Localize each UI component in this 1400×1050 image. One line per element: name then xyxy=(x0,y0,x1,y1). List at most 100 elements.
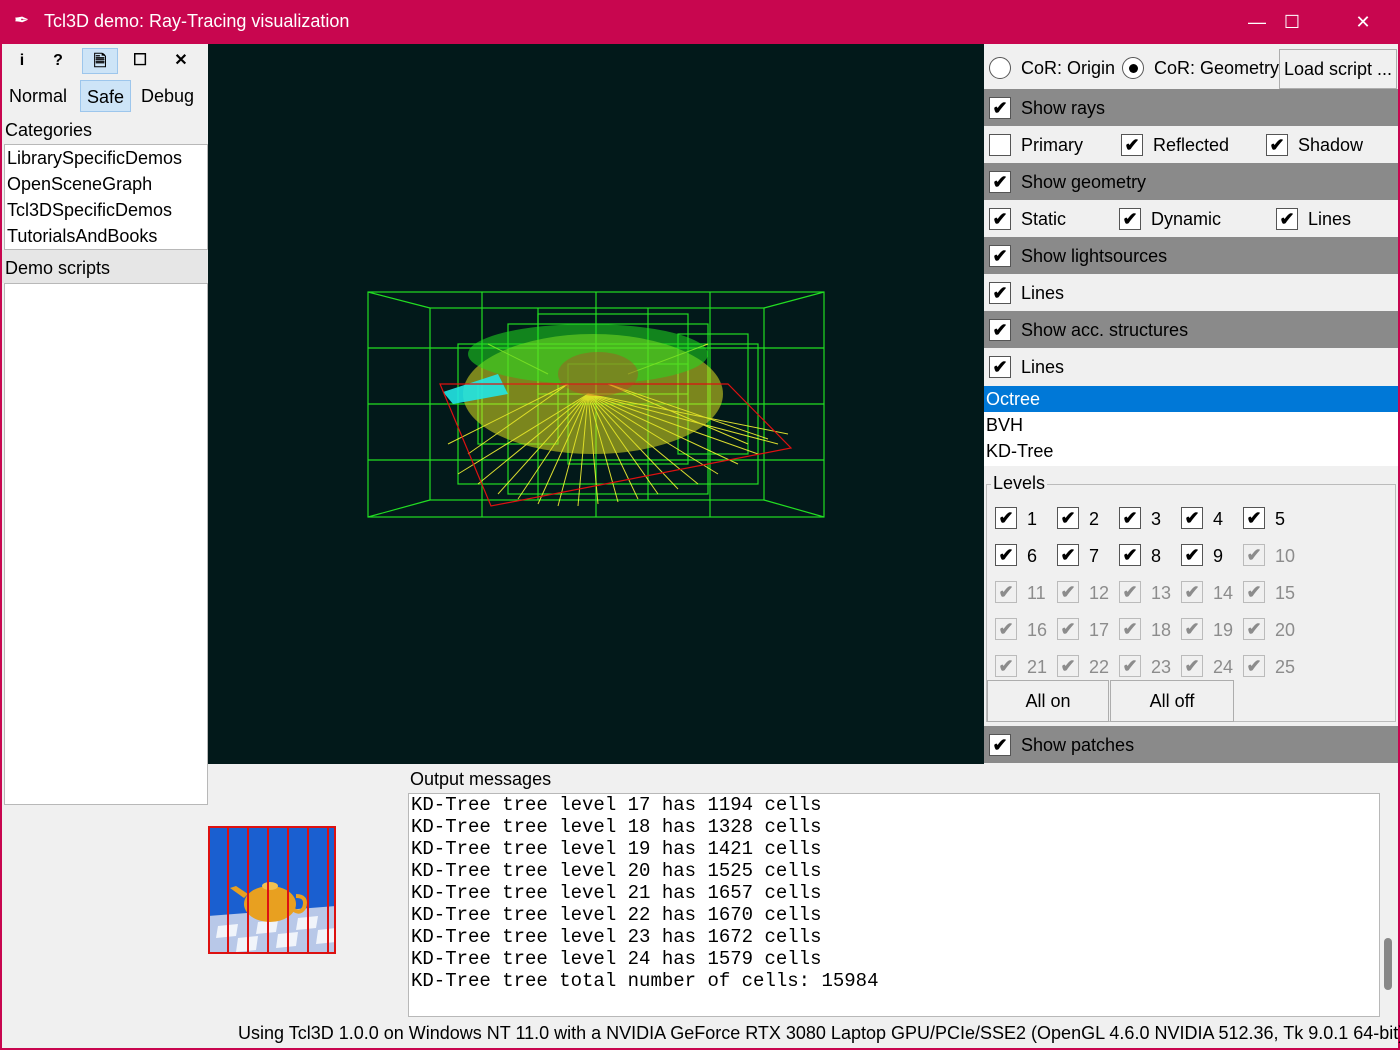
load-script-button[interactable]: Load script ... xyxy=(1279,49,1397,89)
level-checkbox: ✔ xyxy=(1119,581,1141,603)
cor-origin-label[interactable]: CoR: Origin xyxy=(1021,58,1115,79)
output-line: KD-Tree tree level 17 has 1194 cells xyxy=(411,794,822,816)
radio-selected-dot xyxy=(1129,64,1138,73)
level-checkbox: ✔ xyxy=(1057,618,1079,640)
level-checkbox[interactable]: ✔ xyxy=(995,544,1017,566)
categories-label: Categories xyxy=(5,120,93,140)
level-label[interactable]: 4 xyxy=(1213,509,1223,530)
show-acc-label[interactable]: Show acc. structures xyxy=(1021,320,1188,341)
show-lightsources-checkbox[interactable]: ✔ xyxy=(989,245,1011,267)
output-line: KD-Tree tree level 21 has 1657 cells xyxy=(411,882,822,904)
maximize-view-button[interactable]: ☐ xyxy=(122,48,158,74)
maximize-button[interactable]: ☐ xyxy=(1257,0,1327,44)
category-item[interactable]: LibrarySpecificDemos xyxy=(5,145,207,171)
title-bar: ✒ Tcl3D demo: Ray-Tracing visualization … xyxy=(0,0,1400,44)
cor-row: CoR: Origin CoR: Geometry Load script ..… xyxy=(984,49,1398,89)
level-checkbox[interactable]: ✔ xyxy=(1057,507,1079,529)
mode-normal[interactable]: Normal xyxy=(3,80,73,112)
level-checkbox[interactable]: ✔ xyxy=(995,507,1017,529)
category-item[interactable]: Tcl3DSpecificDemos xyxy=(5,197,207,223)
category-item[interactable]: OpenSceneGraph xyxy=(5,171,207,197)
cor-geometry-label[interactable]: CoR: Geometry xyxy=(1154,58,1279,79)
demo-scripts-label: Demo scripts xyxy=(5,258,111,278)
level-checkbox: ✔ xyxy=(1243,655,1265,677)
teapot-thumbnail-image xyxy=(208,826,336,954)
raytracing-viewport[interactable] xyxy=(208,44,984,764)
show-acc-checkbox[interactable]: ✔ xyxy=(989,319,1011,341)
geometry-lines-checkbox[interactable]: ✔ xyxy=(1276,208,1298,230)
dynamic-checkbox[interactable]: ✔ xyxy=(1119,208,1141,230)
rays-options-row: Primary ✔ Reflected ✔ Shadow xyxy=(984,126,1398,163)
cor-geometry-radio[interactable] xyxy=(1122,57,1144,79)
show-rays-checkbox[interactable]: ✔ xyxy=(989,97,1011,119)
level-label[interactable]: 6 xyxy=(1027,546,1037,567)
acc-item-bvh[interactable]: BVH xyxy=(984,412,1398,438)
level-label[interactable]: 3 xyxy=(1151,509,1161,530)
level-label: 20 xyxy=(1275,620,1296,640)
level-label: 15 xyxy=(1275,583,1296,603)
show-lightsources-label[interactable]: Show lightsources xyxy=(1021,246,1167,267)
demo-scripts-list[interactable] xyxy=(4,283,208,805)
acc-item-octree[interactable]: Octree xyxy=(984,386,1398,412)
acc-structure-list[interactable]: Octree BVH KD-Tree xyxy=(984,386,1398,466)
level-checkbox[interactable]: ✔ xyxy=(1119,507,1141,529)
show-patches-checkbox[interactable]: ✔ xyxy=(989,734,1011,756)
script-icon[interactable]: 🗎 xyxy=(82,48,118,74)
geometry-lines-label[interactable]: Lines xyxy=(1308,209,1351,230)
show-geometry-label[interactable]: Show geometry xyxy=(1021,172,1146,193)
level-label[interactable]: 7 xyxy=(1089,546,1099,567)
level-label: 10 xyxy=(1275,546,1296,566)
acc-item-kdtree[interactable]: KD-Tree xyxy=(984,438,1398,464)
info-button[interactable]: i xyxy=(4,48,40,74)
level-label[interactable]: 9 xyxy=(1213,546,1223,567)
close-demo-button[interactable]: ✕ xyxy=(163,48,199,74)
output-messages-text[interactable]: KD-Tree tree level 17 has 1194 cells KD-… xyxy=(408,793,1380,1017)
level-checkbox: ✔ xyxy=(1243,544,1265,566)
reflected-label[interactable]: Reflected xyxy=(1153,135,1229,156)
shadow-checkbox[interactable]: ✔ xyxy=(1266,134,1288,156)
mode-debug[interactable]: Debug xyxy=(135,80,200,112)
lightsources-lines-label[interactable]: Lines xyxy=(1021,283,1064,304)
output-messages-label: Output messages xyxy=(410,769,552,789)
status-bar: Using Tcl3D 1.0.0 on Windows NT 11.0 wit… xyxy=(238,1023,1400,1043)
level-label: 16 xyxy=(1027,620,1048,640)
level-checkbox[interactable]: ✔ xyxy=(1119,544,1141,566)
all-on-button[interactable]: All on xyxy=(987,680,1109,722)
reflected-checkbox[interactable]: ✔ xyxy=(1121,134,1143,156)
all-off-button[interactable]: All off xyxy=(1110,680,1234,722)
level-checkbox[interactable]: ✔ xyxy=(1057,544,1079,566)
output-scrollbar[interactable] xyxy=(1380,793,1396,1017)
shadow-label[interactable]: Shadow xyxy=(1298,135,1363,156)
level-label[interactable]: 1 xyxy=(1027,509,1037,530)
acc-lines-checkbox[interactable]: ✔ xyxy=(989,356,1011,378)
scrollbar-thumb[interactable] xyxy=(1384,938,1392,990)
show-rays-row: ✔ Show rays xyxy=(984,89,1398,126)
level-label[interactable]: 8 xyxy=(1151,546,1161,567)
categories-list[interactable]: LibrarySpecificDemos OpenSceneGraph Tcl3… xyxy=(4,144,208,250)
level-label[interactable]: 2 xyxy=(1089,509,1099,530)
level-checkbox[interactable]: ✔ xyxy=(1243,507,1265,529)
level-label[interactable]: 5 xyxy=(1275,509,1285,530)
level-label: 11 xyxy=(1027,583,1046,603)
level-label: 19 xyxy=(1213,620,1234,640)
lightsources-lines-checkbox[interactable]: ✔ xyxy=(989,282,1011,304)
close-window-button[interactable]: ✕ xyxy=(1328,0,1398,44)
static-checkbox[interactable]: ✔ xyxy=(989,208,1011,230)
primary-checkbox[interactable] xyxy=(989,134,1011,156)
cor-origin-radio[interactable] xyxy=(989,57,1011,79)
acc-lines-label[interactable]: Lines xyxy=(1021,357,1064,378)
output-line: KD-Tree tree level 20 has 1525 cells xyxy=(411,860,822,882)
level-checkbox[interactable]: ✔ xyxy=(1181,507,1203,529)
show-rays-label[interactable]: Show rays xyxy=(1021,98,1105,119)
dynamic-label[interactable]: Dynamic xyxy=(1151,209,1221,230)
level-checkbox[interactable]: ✔ xyxy=(1181,544,1203,566)
static-label[interactable]: Static xyxy=(1021,209,1066,230)
show-patches-label[interactable]: Show patches xyxy=(1021,735,1134,756)
help-button[interactable]: ? xyxy=(40,48,76,74)
category-item[interactable]: TutorialsAndBooks xyxy=(5,223,207,249)
level-checkbox: ✔ xyxy=(1243,581,1265,603)
primary-label[interactable]: Primary xyxy=(1021,135,1083,156)
mode-safe[interactable]: Safe xyxy=(80,80,132,112)
level-checkbox: ✔ xyxy=(1181,581,1203,603)
show-geometry-checkbox[interactable]: ✔ xyxy=(989,171,1011,193)
